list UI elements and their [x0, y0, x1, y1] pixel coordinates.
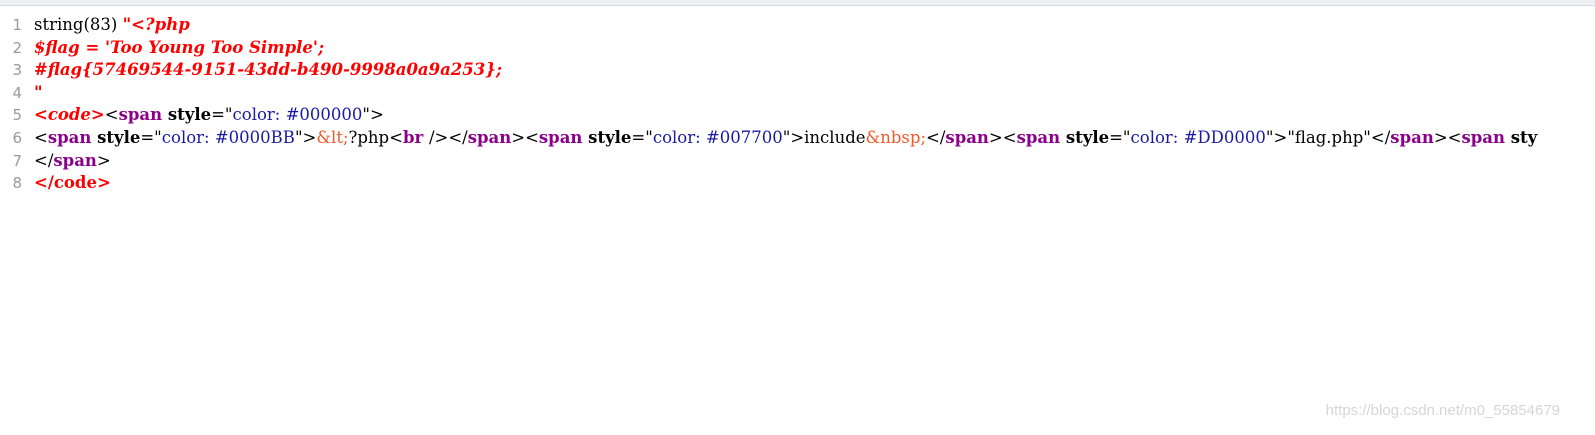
code-token: < [104, 105, 119, 125]
code-token: "> [362, 105, 384, 125]
line-content: <span style="color: #0000BB">&lt;?php<br… [34, 127, 1537, 150]
line-number: 7 [12, 151, 22, 170]
code-token: span [53, 150, 97, 170]
line-number: 3 [12, 61, 22, 80]
code-token: < [1002, 127, 1017, 147]
code-token: =" [631, 127, 653, 147]
code-token: </ [1370, 127, 1391, 147]
code-token: color: #000000 [232, 105, 363, 125]
code-token: span [118, 105, 168, 125]
code-token: /> [428, 127, 449, 147]
line-number: 2 [12, 38, 22, 57]
code-token: " [34, 82, 43, 102]
code-token: "> [294, 127, 317, 147]
line-number: 6 [12, 128, 22, 147]
code-token: color: #0000BB [161, 127, 295, 147]
code-token: color: #007700 [652, 127, 783, 147]
code-token: style [167, 105, 212, 125]
code-token: "> [1265, 127, 1288, 147]
code-token: sty [1510, 127, 1538, 147]
code-token: color: #DD0000 [1130, 127, 1266, 147]
source-line: 1 string(83) "<?php [0, 14, 1595, 37]
source-line: 5 <code><span style="color: #000000"> [0, 104, 1595, 127]
code-token: span [47, 127, 98, 147]
code-token: span [1390, 127, 1434, 147]
code-token: "> [782, 127, 805, 147]
code-token: #flag{57469544-9151-43dd-b490-9998a0a9a2… [34, 60, 502, 80]
source-line: 4 " [0, 82, 1595, 105]
line-content: string(83) "<?php [34, 14, 190, 37]
csdn-watermark: https://blog.csdn.net/m0_55854679 [1325, 402, 1560, 419]
code-token: </ [34, 150, 54, 170]
code-token: "<?php [122, 15, 190, 34]
code-token: > [1433, 127, 1448, 147]
code-token: > [96, 150, 111, 170]
source-line: 7 </span> [0, 150, 1595, 173]
code-token: =" [1109, 127, 1131, 147]
line-content: <code><span style="color: #000000"> [34, 104, 384, 127]
line-number: 4 [12, 83, 22, 102]
code-token: =" [211, 105, 233, 125]
line-content: $flag = 'Too Young Too Simple'; [34, 37, 324, 60]
code-token: > [511, 127, 526, 147]
code-token: span [1016, 127, 1066, 147]
source-line: 2 $flag = 'Too Young Too Simple'; [0, 37, 1595, 60]
line-number: 8 [12, 174, 22, 193]
line-content: </span> [34, 150, 111, 173]
code-token: span [538, 127, 589, 147]
line-content: </code> [34, 172, 111, 195]
page-source-view: 1 string(83) "<?php 2 $flag = 'Too Young To… [0, 14, 1595, 195]
code-token: span [467, 127, 512, 147]
window-top-strip [0, 0, 1595, 6]
code-token: $flag = 'Too Young Too Simple'; [34, 37, 325, 57]
code-token: style [588, 127, 632, 147]
code-token: span [1461, 127, 1511, 147]
code-token: &nbsp; [865, 127, 927, 147]
code-token: < [525, 127, 539, 147]
source-line: 3 #flag{57469544-9151-43dd-b490-9998a0a9a… [0, 59, 1595, 82]
line-content: #flag{57469544-9151-43dd-b490-9998a0a9a2… [34, 59, 502, 82]
code-token: span [945, 127, 989, 147]
line-number: 5 [12, 106, 22, 125]
code-token: </ [448, 127, 468, 147]
code-token: <code> [34, 105, 105, 125]
code-token: < [1447, 127, 1462, 147]
code-token: "flag.php" [1287, 127, 1371, 147]
code-token: =" [140, 127, 162, 147]
source-line: 8 </code> [0, 172, 1595, 195]
code-token: </ [926, 127, 946, 147]
code-token: </code> [34, 173, 111, 193]
code-token: &lt; [316, 127, 349, 147]
line-number: 1 [12, 16, 22, 34]
code-token: include [804, 127, 866, 147]
code-token: ?php [348, 127, 390, 147]
code-token: > [988, 127, 1003, 147]
code-token: style [1065, 127, 1110, 147]
code-token: style [97, 127, 141, 147]
code-token: string(83) [34, 15, 123, 34]
code-token: < [389, 127, 403, 147]
line-content: " [34, 82, 43, 105]
source-line: 6 <span style="color: #0000BB">&lt;?php<b… [0, 127, 1595, 150]
code-token: br [402, 127, 429, 147]
code-token: < [34, 127, 48, 147]
